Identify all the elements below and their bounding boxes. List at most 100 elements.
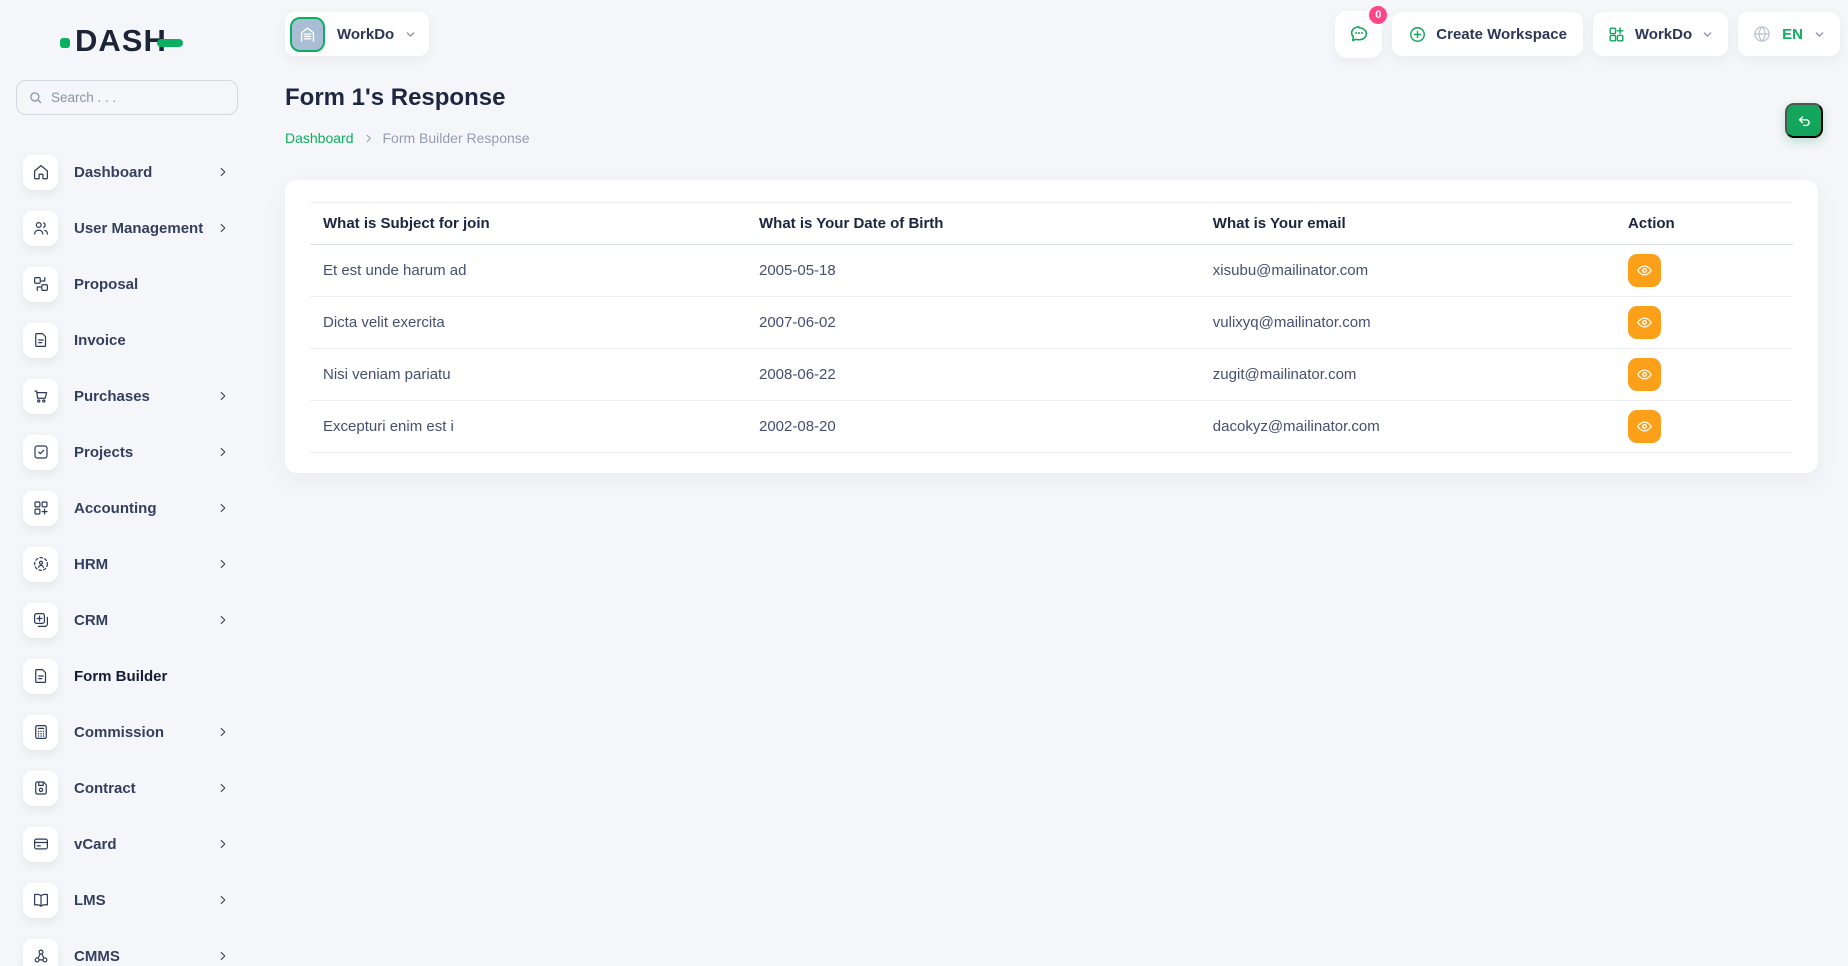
breadcrumb-dashboard-link[interactable]: Dashboard [285,130,354,146]
sidebar-search [16,80,238,115]
view-response-button[interactable] [1628,410,1661,443]
sidebar-item-contract[interactable]: Contract [0,760,250,816]
workdo-menu-label: WorkDo [1635,26,1692,43]
column-header-email: What is Your email [1200,203,1615,245]
sidebar-nav: Dashboard User Management Proposal [0,144,250,966]
sidebar-item-proposal[interactable]: Proposal [0,256,250,312]
chevron-down-icon [1701,28,1714,41]
chevron-right-icon [216,781,230,795]
sidebar-item-label: CMMS [74,948,120,965]
table-row: Et est unde harum ad 2005-05-18 xisubu@m… [310,245,1793,297]
nodes-icon [23,939,58,966]
sidebar-item-label: Projects [74,444,133,461]
chevron-down-icon [404,28,417,41]
page-title: Form 1's Response [285,84,505,112]
table-row: Excepturi enim est i 2002-08-20 dacokyz@… [310,401,1793,453]
cell-dob: 2002-08-20 [746,401,1200,453]
sidebar-item-label: Accounting [74,500,157,517]
grid-plus-icon [23,491,58,526]
breadcrumb-current: Form Builder Response [383,130,530,146]
sidebar-item-form-builder[interactable]: Form Builder [0,648,250,704]
chevron-right-icon [216,893,230,907]
sidebar-item-crm[interactable]: CRM [0,592,250,648]
globe-icon [1752,24,1772,44]
sidebar-item-dashboard[interactable]: Dashboard [0,144,250,200]
workspace-switcher[interactable]: WorkDo [285,12,429,56]
chevron-right-icon [363,133,374,144]
breadcrumb: Dashboard Form Builder Response [285,130,530,146]
chevron-right-icon [216,949,230,963]
logo-dot-shape [60,38,70,48]
sidebar-item-label: vCard [74,836,117,853]
cell-email: vulixyq@mailinator.com [1200,297,1615,349]
create-workspace-label: Create Workspace [1436,26,1567,43]
column-header-action: Action [1615,203,1793,245]
cell-subject: Nisi veniam pariatu [310,349,746,401]
cell-subject: Excepturi enim est i [310,401,746,453]
return-arrow-icon [1796,112,1813,129]
building-icon [290,17,325,52]
chevron-right-icon [216,725,230,739]
users-icon [23,211,58,246]
document-icon [23,323,58,358]
chevron-right-icon [216,165,230,179]
cell-dob: 2008-06-22 [746,349,1200,401]
cell-subject: Dicta velit exercita [310,297,746,349]
logo-text: DASH [75,23,167,59]
workspace-name: WorkDo [337,26,394,43]
language-label: EN [1782,26,1803,43]
eye-icon [1636,418,1653,435]
search-input[interactable] [51,90,211,105]
cell-email: xisubu@mailinator.com [1200,245,1615,297]
sidebar-item-projects[interactable]: Projects [0,424,250,480]
table-row: Dicta velit exercita 2007-06-02 vulixyq@… [310,297,1793,349]
chat-icon [1348,23,1370,45]
calculator-icon [23,715,58,750]
sidebar-item-purchases[interactable]: Purchases [0,368,250,424]
language-selector[interactable]: EN [1738,12,1840,56]
sidebar-item-label: Commission [74,724,164,741]
table-row: Nisi veniam pariatu 2008-06-22 zugit@mai… [310,349,1793,401]
sidebar-item-commission[interactable]: Commission [0,704,250,760]
app-logo[interactable]: DASH [60,22,183,60]
sidebar-item-label: HRM [74,556,108,573]
topbar: WorkDo 0 Create Workspace WorkDo [285,10,1840,58]
search-icon [28,90,43,105]
chevron-right-icon [216,445,230,459]
sidebar: DASH Dashboard User Management [0,0,250,966]
cell-dob: 2005-05-18 [746,245,1200,297]
sidebar-item-cmms[interactable]: CMMS [0,928,250,966]
cart-icon [23,379,58,414]
sidebar-item-hrm[interactable]: HRM [0,536,250,592]
chevron-right-icon [216,557,230,571]
messages-button[interactable]: 0 [1335,11,1382,58]
sidebar-item-user-management[interactable]: User Management [0,200,250,256]
create-workspace-button[interactable]: Create Workspace [1392,12,1583,56]
view-response-button[interactable] [1628,254,1661,287]
sidebar-item-label: Dashboard [74,164,152,181]
sidebar-item-invoice[interactable]: Invoice [0,312,250,368]
chevron-right-icon [216,501,230,515]
grid-plus-icon [1607,25,1626,44]
check-square-icon [23,435,58,470]
chevron-right-icon [216,221,230,235]
sidebar-item-accounting[interactable]: Accounting [0,480,250,536]
view-response-button[interactable] [1628,358,1661,391]
messages-badge: 0 [1369,6,1387,24]
sidebar-item-label: Invoice [74,332,126,349]
view-response-button[interactable] [1628,306,1661,339]
cell-email: dacokyz@mailinator.com [1200,401,1615,453]
sidebar-item-label: Form Builder [74,668,167,685]
workdo-menu-button[interactable]: WorkDo [1593,12,1728,56]
sidebar-item-lms[interactable]: LMS [0,872,250,928]
sidebar-item-vcard[interactable]: vCard [0,816,250,872]
column-header-subject: What is Subject for join [310,203,746,245]
sidebar-item-label: LMS [74,892,106,909]
floppy-icon [23,771,58,806]
logo-dash-shape [157,39,183,47]
table-header-row: What is Subject for join What is Your Da… [310,203,1793,245]
back-button[interactable] [1785,103,1823,138]
overlap-squares-icon [23,603,58,638]
sidebar-item-label: Contract [74,780,136,797]
chevron-right-icon [216,389,230,403]
